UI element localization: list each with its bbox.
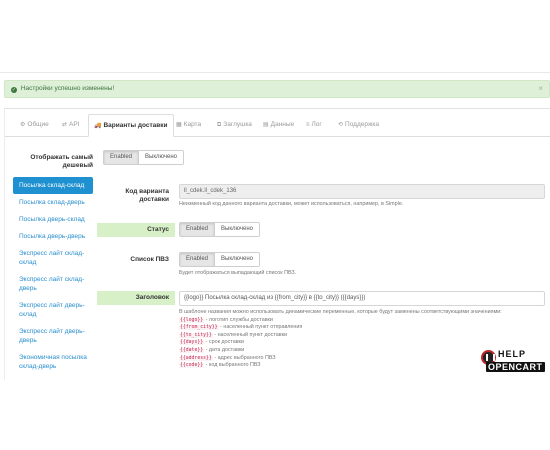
var-row: {{to_city}} - населенный пункт доставки [179, 332, 545, 340]
var-desc: - адрес выбранного ПВЗ [212, 354, 276, 361]
close-icon[interactable]: × [538, 81, 543, 97]
tab-placeholder[interactable]: ⧉ Заглушка [212, 114, 257, 137]
logo-text-help: HELP [498, 349, 527, 359]
gears-icon: ⚙ [20, 122, 26, 128]
var-row: {{days}} - срок доставки [179, 339, 545, 347]
show-cheapest-toggle: Enabled Выключено [103, 150, 185, 165]
tab-bar: ⚙ Общие ⇄ API 🚚 Варианты доставки ▦ Карта ⧉ З… [5, 109, 550, 137]
sidebar-item-door-pickup[interactable]: Посылка дверь-склад [13, 211, 93, 228]
var-desc: - код выбранного ПВЗ [204, 362, 261, 369]
sidebar-item-pickup-pickup[interactable]: Посылка склад-склад [13, 177, 93, 194]
var-code: {{logo}} [179, 317, 205, 323]
var-desc: - населенный пункт доставки [212, 331, 287, 338]
tab-label: Карта [183, 121, 202, 128]
status-enabled-button[interactable]: Enabled [180, 223, 215, 236]
sidebar-item-pickup-door[interactable]: Посылка склад-дверь [13, 194, 93, 211]
logo-text-opencart: OPENCART [486, 362, 545, 372]
var-code: {{from_city}} [179, 325, 219, 331]
tab-map[interactable]: ▦ Карта [171, 114, 206, 137]
help-opencart-logo: HELP OPENCART [481, 347, 545, 379]
sidebar-item-express-pickup-door[interactable]: Экспресс лайт склад-дверь [13, 271, 93, 297]
status-label: Статус [97, 223, 175, 237]
clone-icon: ⧉ [217, 122, 222, 128]
tab-label: Заглушка [223, 121, 252, 128]
var-desc: - срок доставки [204, 339, 244, 346]
check-circle-icon: ✓ [11, 87, 17, 93]
top-divider [0, 72, 550, 73]
tab-label: Варианты доставки [103, 122, 168, 129]
tab-delivery-options[interactable]: 🚚 Варианты доставки [88, 114, 174, 137]
sidebar-item-economy-pickup-door[interactable]: Экономичная посылка склад-дверь [13, 349, 93, 375]
pvz-list-label: Список ПВЗ [130, 256, 169, 263]
var-desc: - населенный пункт отправления [218, 324, 303, 331]
var-code: {{address}} [179, 355, 213, 361]
status-toggle: Enabled Выключено [179, 222, 261, 237]
var-desc: - логотип службы доставки [204, 316, 273, 323]
tab-label: Общие [27, 121, 49, 128]
tab-label: Данные [270, 121, 295, 128]
var-code: {{days}} [179, 340, 205, 346]
exchange-icon: ⇄ [62, 122, 68, 128]
tab-label: Поддержка [345, 121, 379, 128]
show-cheapest-label: Отображать самый дешевый [30, 154, 93, 169]
delivery-code-field: ll_cdek.ll_cdek_136 [179, 184, 545, 199]
sidebar-item-door-door[interactable]: Посылка дверь-дверь [13, 228, 93, 245]
tab-label: API [69, 121, 80, 128]
alert-text: Настройки успешно изменены! [20, 85, 115, 92]
tab-label: Лог [311, 121, 322, 128]
status-disabled-button[interactable]: Выключено [214, 223, 260, 236]
pvz-list-toggle: Enabled Выключено [179, 252, 261, 267]
delivery-code-label: Код варианта доставки [125, 188, 169, 203]
sidebar-item-express-door-door[interactable]: Экспресс лайт дверь-дверь [13, 323, 93, 349]
map-icon: ▦ [176, 122, 182, 128]
delivery-variant-list: Посылка склад-склад Посылка склад-дверь … [13, 177, 93, 375]
heading-label: Заголовок [97, 291, 175, 305]
tab-general[interactable]: ⚙ Общие [15, 114, 54, 137]
pvz-list-help: Будет отображаться выпадающий список ПВЗ… [179, 270, 297, 276]
var-row: {{from_city}} - населенный пункт отправл… [179, 324, 545, 332]
support-icon: ⟲ [338, 122, 344, 128]
list-icon: ≡ [306, 122, 310, 128]
database-icon: ▤ [263, 122, 269, 128]
settings-panel: ⚙ Общие ⇄ API 🚚 Варианты доставки ▦ Карта ⧉ З… [4, 108, 550, 380]
tab-log[interactable]: ≡ Лог [301, 114, 327, 137]
show-cheapest-disabled-button[interactable]: Выключено [138, 151, 184, 164]
tab-support[interactable]: ⟲ Поддержка [333, 114, 384, 137]
var-desc: - дата доставки [204, 346, 245, 353]
var-code: {{date}} [179, 347, 205, 353]
sidebar-item-express-pickup-pickup[interactable]: Экспресс лайт склад-склад [13, 245, 93, 271]
tab-api[interactable]: ⇄ API [57, 114, 85, 137]
sidebar-item-express-door-pickup[interactable]: Экспресс лайт дверь-склад [13, 297, 93, 323]
var-code: {{code}} [179, 363, 205, 369]
heading-help-intro: В шаблоне названия можно использовать ди… [179, 309, 502, 315]
show-cheapest-enabled-button[interactable]: Enabled [104, 151, 139, 164]
heading-template-input[interactable]: {{logo}} Посылка склад-склад из {{from_c… [179, 291, 545, 306]
truck-icon: 🚚 [94, 123, 102, 129]
pvz-list-enabled-button[interactable]: Enabled [180, 253, 215, 266]
success-alert: ✓ Настройки успешно изменены! × [4, 80, 550, 98]
var-code: {{to_city}} [179, 332, 213, 338]
delivery-code-help: Неизменный код данного варианта доставки… [179, 201, 404, 207]
tab-data[interactable]: ▤ Данные [258, 114, 299, 137]
pvz-list-disabled-button[interactable]: Выключено [214, 253, 260, 266]
